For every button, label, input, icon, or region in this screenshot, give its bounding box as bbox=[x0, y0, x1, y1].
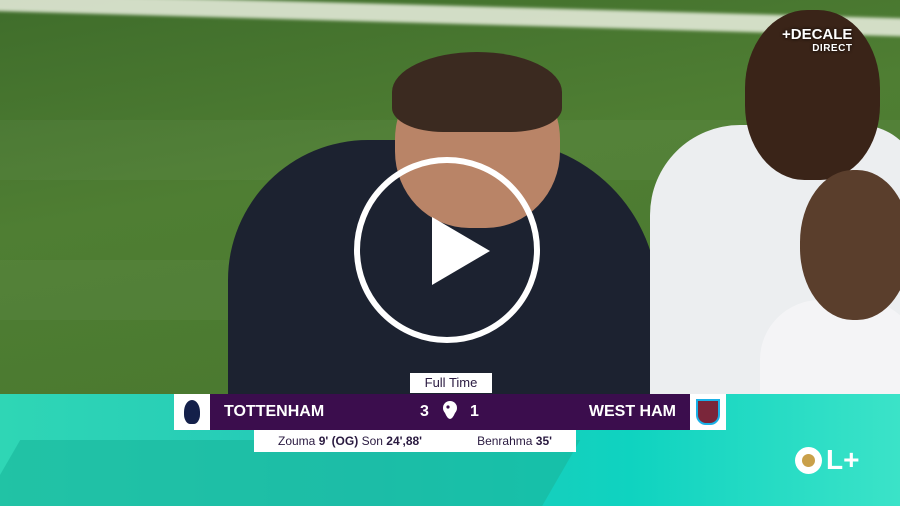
player-head-second bbox=[800, 170, 900, 320]
ol-plus-logo: L+ bbox=[795, 446, 859, 474]
channel-name: +DECALE bbox=[782, 26, 853, 43]
home-crest bbox=[174, 394, 210, 430]
premier-league-icon bbox=[443, 401, 457, 419]
home-scorers: Zouma 9' (OG) Son 24',88' bbox=[278, 434, 423, 448]
brand-label: L+ bbox=[826, 444, 860, 475]
play-button[interactable] bbox=[354, 157, 540, 343]
match-status: Full Time bbox=[410, 373, 492, 393]
play-icon bbox=[432, 217, 490, 285]
tottenham-crest-icon bbox=[184, 400, 200, 424]
ol-crest-icon bbox=[795, 446, 822, 474]
channel-logo: +DECALE DIRECT bbox=[782, 26, 853, 56]
away-team-name: WEST HAM bbox=[588, 403, 676, 420]
coach-hair bbox=[392, 52, 562, 132]
home-team-name: TOTTENHAM bbox=[224, 403, 325, 420]
channel-sub: DIRECT bbox=[812, 43, 853, 54]
goal-scorers: Zouma 9' (OG) Son 24',88' Benrahma 35' bbox=[254, 430, 576, 452]
away-crest bbox=[690, 394, 726, 430]
video-player[interactable]: +DECALE DIRECT Full Time TOTTENHAM 3 1 W… bbox=[0, 0, 900, 506]
score-bar: TOTTENHAM 3 1 WEST HAM bbox=[174, 394, 726, 430]
home-score: 3 bbox=[420, 403, 429, 420]
away-scorers: Benrahma 35' bbox=[477, 434, 552, 448]
west-ham-crest-icon bbox=[696, 399, 720, 425]
away-score: 1 bbox=[470, 403, 479, 420]
